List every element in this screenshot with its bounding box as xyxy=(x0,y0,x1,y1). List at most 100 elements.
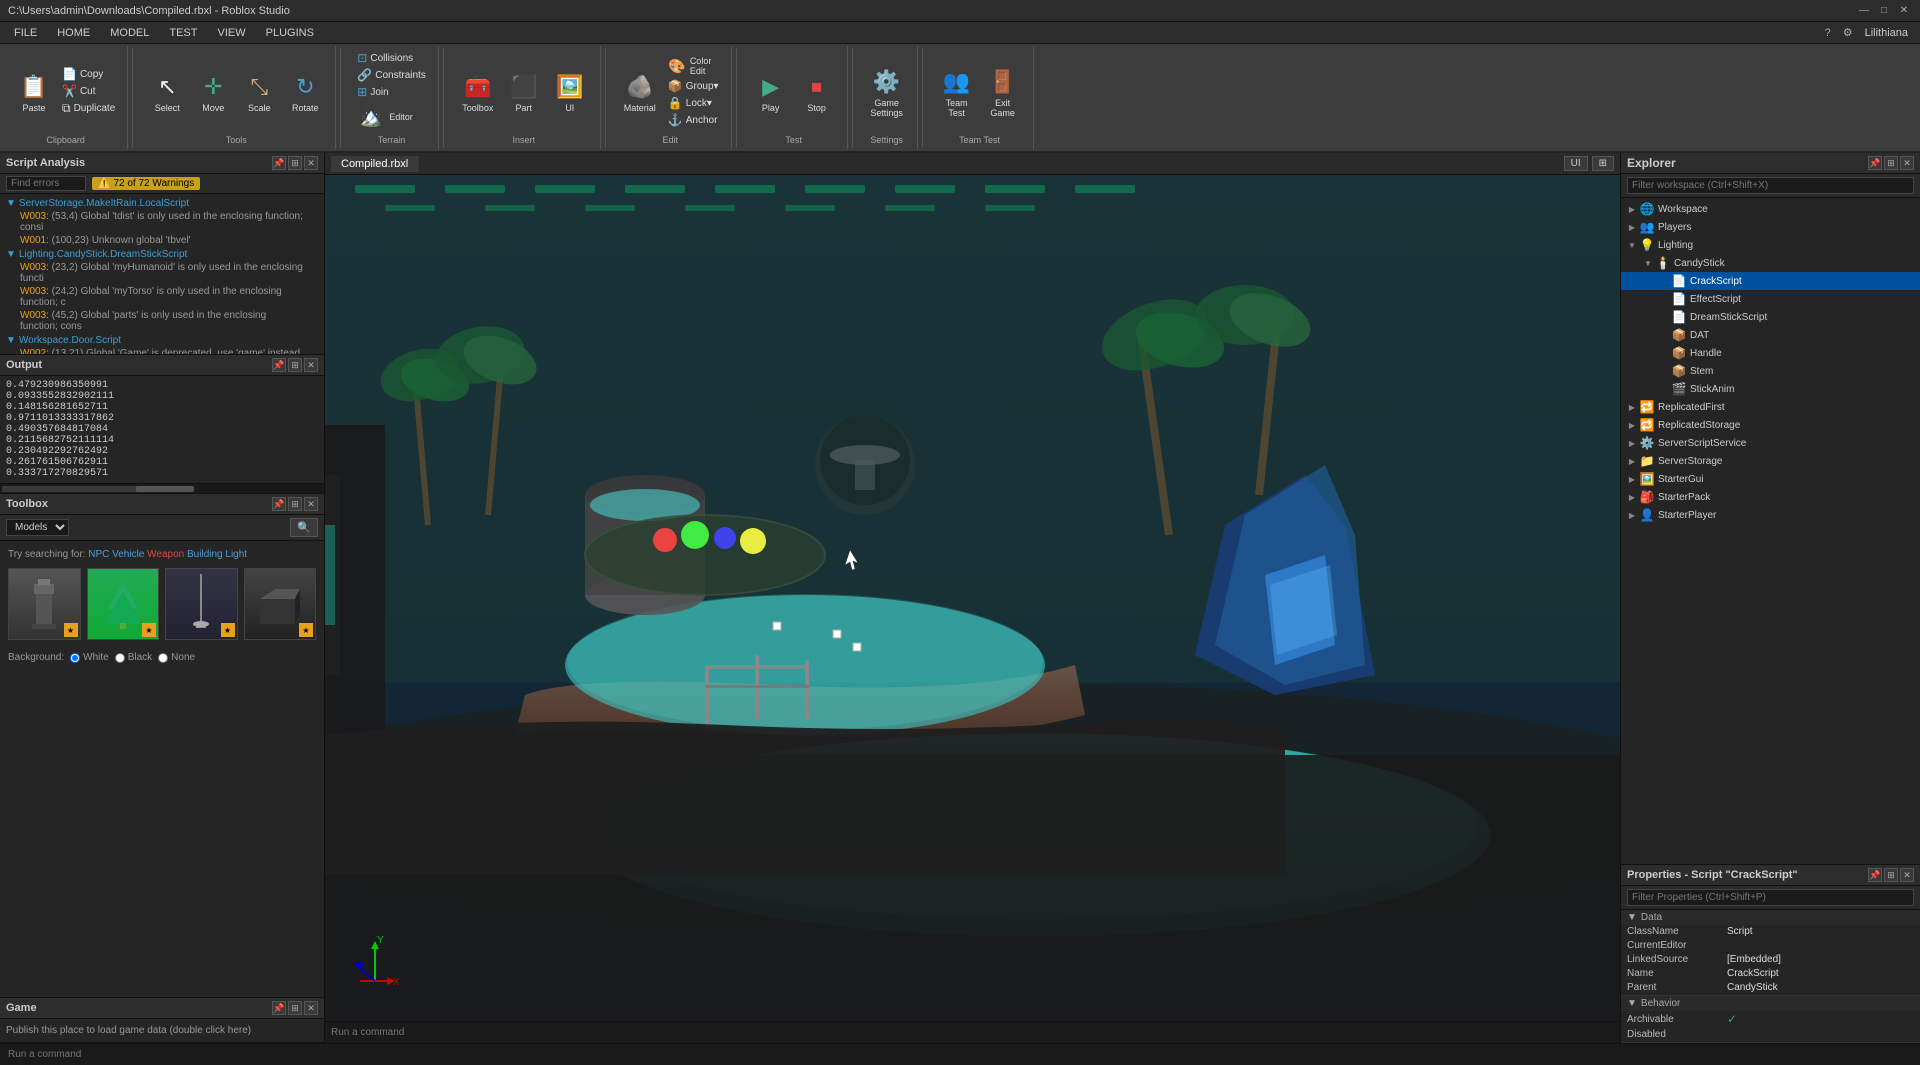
tree-replicatedfirst[interactable]: ▶ 🔁 ReplicatedFirst xyxy=(1621,398,1920,416)
game-settings-button[interactable]: ⚙️ GameSettings xyxy=(865,64,909,120)
sa-close-button[interactable]: ✕ xyxy=(304,156,318,170)
toolbox-item-4[interactable]: ★ xyxy=(244,568,317,640)
command-input[interactable] xyxy=(331,1027,1614,1038)
toolbox-category-select[interactable]: Models Decals Audio xyxy=(6,519,69,536)
tree-handle[interactable]: ▶ 📦 Handle xyxy=(1621,344,1920,362)
explorer-pin-button[interactable]: 📌 xyxy=(1868,156,1882,170)
statusbar-command-input[interactable] xyxy=(8,1049,1912,1060)
sa-group-header-2[interactable]: ▼ Lighting.CandyStick.DreamStickScript xyxy=(0,248,324,261)
paste-button[interactable]: 📋 Paste xyxy=(12,69,56,115)
game-close-button[interactable]: ✕ xyxy=(304,1001,318,1015)
tree-candystick[interactable]: ▼ 🕯️ CandyStick xyxy=(1621,254,1920,272)
props-float-button[interactable]: ⊞ xyxy=(1884,868,1898,882)
tree-dreamstickscript[interactable]: ▶ 📄 DreamStickScript xyxy=(1621,308,1920,326)
tree-stem[interactable]: ▶ 📦 Stem xyxy=(1621,362,1920,380)
explorer-close-button[interactable]: ✕ xyxy=(1900,156,1914,170)
toolbox-float-button[interactable]: ⊞ xyxy=(288,497,302,511)
team-test-button[interactable]: 👥 TeamTest xyxy=(935,64,979,120)
play-button[interactable]: ▶ Play xyxy=(749,69,793,115)
props-close-button[interactable]: ✕ xyxy=(1900,868,1914,882)
suggest-building[interactable]: Building xyxy=(187,549,223,560)
game-pin-button[interactable]: 📌 xyxy=(272,1001,286,1015)
rotate-button[interactable]: ↻ Rotate xyxy=(283,69,327,115)
menu-test[interactable]: TEST xyxy=(159,25,207,41)
toolbox-item-2[interactable]: ★ xyxy=(87,568,160,640)
tree-lighting[interactable]: ▼ 💡 Lighting xyxy=(1621,236,1920,254)
viewport[interactable]: Compiled.rbxl UI ⊞ xyxy=(325,153,1620,1043)
toolbox-pin-button[interactable]: 📌 xyxy=(272,497,286,511)
menu-model[interactable]: MODEL xyxy=(100,25,159,41)
maximize-button[interactable]: □ xyxy=(1876,4,1892,18)
tree-starterplayer[interactable]: ▶ 👤 StarterPlayer xyxy=(1621,506,1920,524)
bg-white-label[interactable]: White xyxy=(70,652,109,663)
tree-stickanim[interactable]: ▶ 🎬 StickAnim xyxy=(1621,380,1920,398)
toolbox-button[interactable]: 🧰 Toolbox xyxy=(456,69,500,115)
copy-button[interactable]: 📄Copy xyxy=(58,66,119,82)
game-float-button[interactable]: ⊞ xyxy=(288,1001,302,1015)
tree-replicatedstorage[interactable]: ▶ 🔁 ReplicatedStorage xyxy=(1621,416,1920,434)
tree-serverstorage[interactable]: ▶ 📁 ServerStorage xyxy=(1621,452,1920,470)
editor-button[interactable]: 🏔️ Editor xyxy=(353,101,417,133)
ui-toggle-button[interactable]: UI xyxy=(1564,156,1588,171)
lock-button[interactable]: 🔒Lock▾ xyxy=(664,95,723,111)
tree-starterpack[interactable]: ▶ 🎒 StarterPack xyxy=(1621,488,1920,506)
menu-file[interactable]: FILE xyxy=(4,25,47,41)
toolbox-item-3[interactable]: ★ xyxy=(165,568,238,640)
tree-dat[interactable]: ▶ 📦 DAT xyxy=(1621,326,1920,344)
menu-home[interactable]: HOME xyxy=(47,25,100,41)
toolbox-close-button[interactable]: ✕ xyxy=(304,497,318,511)
output-float-button[interactable]: ⊞ xyxy=(288,358,302,372)
select-button[interactable]: ↖ Select xyxy=(145,69,189,115)
cut-button[interactable]: ✂️Cut xyxy=(58,83,119,99)
scale-button[interactable]: ⤡ Scale xyxy=(237,69,281,115)
constraints-button[interactable]: 🔗Constraints xyxy=(353,67,430,83)
move-button[interactable]: ✛ Move xyxy=(191,69,235,115)
viewport-expand-button[interactable]: ⊞ xyxy=(1592,156,1614,171)
explorer-float-button[interactable]: ⊞ xyxy=(1884,156,1898,170)
tree-workspace[interactable]: ▶ 🌐 Workspace xyxy=(1621,200,1920,218)
anchor-button[interactable]: ⚓Anchor xyxy=(664,112,723,128)
suggest-vehicle[interactable]: Vehicle xyxy=(112,549,144,560)
bg-black-label[interactable]: Black xyxy=(115,652,152,663)
suggest-weapon[interactable]: Weapon xyxy=(147,549,184,560)
bg-none-label[interactable]: None xyxy=(158,652,195,663)
sa-float-button[interactable]: ⊞ xyxy=(288,156,302,170)
game-content[interactable]: Publish this place to load game data (do… xyxy=(0,1019,324,1042)
explorer-filter-input[interactable] xyxy=(1627,177,1914,194)
tree-serverscriptservice[interactable]: ▶ ⚙️ ServerScriptService xyxy=(1621,434,1920,452)
bg-black-radio[interactable] xyxy=(115,653,125,663)
settings-icon[interactable]: ⚙ xyxy=(1843,26,1853,39)
sa-pin-button[interactable]: 📌 xyxy=(272,156,286,170)
bg-none-radio[interactable] xyxy=(158,653,168,663)
join-button[interactable]: ⊞Join xyxy=(353,84,392,100)
stop-button[interactable]: ⏹ Stop xyxy=(795,69,839,115)
suggest-npc[interactable]: NPC xyxy=(88,549,109,560)
sa-group-header-1[interactable]: ▼ ServerStorage.MakeItRain.LocalScript xyxy=(0,197,324,210)
tree-effectscript[interactable]: ▶ 📄 EffectScript xyxy=(1621,290,1920,308)
color-button[interactable]: 🎨 ColorEdit xyxy=(664,55,723,77)
output-pin-button[interactable]: 📌 xyxy=(272,358,286,372)
minimize-button[interactable]: — xyxy=(1856,4,1872,18)
tree-startergui[interactable]: ▶ 🖼️ StarterGui xyxy=(1621,470,1920,488)
tree-players[interactable]: ▶ 👥 Players xyxy=(1621,218,1920,236)
viewport-tab[interactable]: Compiled.rbxl xyxy=(331,156,419,172)
suggest-light[interactable]: Light xyxy=(225,549,247,560)
toolbox-search-button[interactable]: 🔍 xyxy=(290,518,318,537)
toolbox-item-1[interactable]: ★ xyxy=(8,568,81,640)
sa-group-header-3[interactable]: ▼ Workspace.Door.Script xyxy=(0,334,324,347)
sa-filter-input[interactable] xyxy=(6,176,86,191)
menu-view[interactable]: VIEW xyxy=(207,25,255,41)
close-button[interactable]: ✕ xyxy=(1896,4,1912,18)
group-button[interactable]: 📦Group▾ xyxy=(664,78,723,94)
props-section-header-data[interactable]: ▼ Data xyxy=(1621,910,1920,925)
help-icon[interactable]: ? xyxy=(1825,27,1831,39)
output-close-button[interactable]: ✕ xyxy=(304,358,318,372)
props-pin-button[interactable]: 📌 xyxy=(1868,868,1882,882)
part-button[interactable]: ⬛ Part xyxy=(502,69,546,115)
menu-plugins[interactable]: PLUGINS xyxy=(256,25,324,41)
exit-game-button[interactable]: 🚪 ExitGame xyxy=(981,64,1025,120)
props-filter-input[interactable] xyxy=(1627,889,1914,906)
material-button[interactable]: 🪨 Material xyxy=(618,69,662,115)
tree-crackscript[interactable]: ▶ 📄 CrackScript xyxy=(1621,272,1920,290)
ui-button[interactable]: 🖼️ UI xyxy=(548,69,592,115)
